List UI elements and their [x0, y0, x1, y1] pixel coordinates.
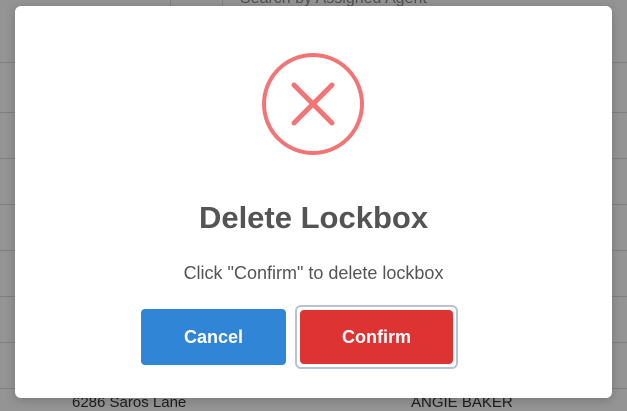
dialog-message: Click "Confirm" to delete lockbox	[183, 263, 444, 283]
dialog-title: Delete Lockbox	[198, 200, 429, 235]
error-x-icon	[262, 53, 364, 155]
confirm-button[interactable]: Confirm	[300, 310, 453, 364]
cancel-button[interactable]: Cancel	[141, 309, 286, 365]
